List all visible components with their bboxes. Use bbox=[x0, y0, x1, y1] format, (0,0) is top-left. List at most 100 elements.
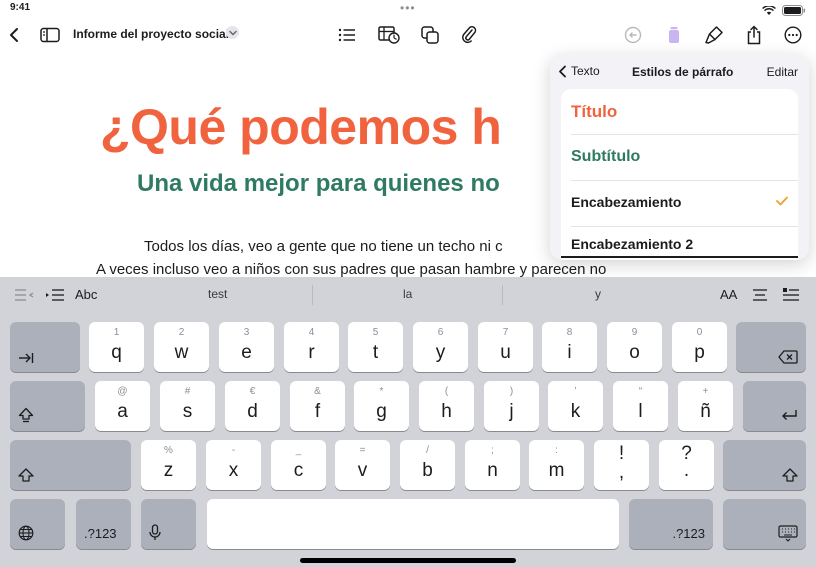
key-h[interactable]: (h bbox=[419, 381, 474, 431]
key-primary: l bbox=[638, 401, 643, 422]
key-secondary: ) bbox=[509, 386, 514, 397]
key-secondary: 0 bbox=[696, 327, 703, 338]
key-k[interactable]: ’ k bbox=[548, 381, 603, 431]
key-period[interactable]: ?. bbox=[659, 440, 714, 490]
key-secondary: 8 bbox=[566, 327, 573, 338]
key-u[interactable]: 7u bbox=[478, 322, 533, 372]
popover-back-button[interactable]: Texto bbox=[558, 64, 600, 78]
shift-icon bbox=[782, 468, 798, 482]
style-row-encabezamiento[interactable]: Encabezamiento bbox=[561, 181, 798, 226]
key-f[interactable]: & f bbox=[290, 381, 345, 431]
caps-lock-key[interactable] bbox=[10, 381, 85, 431]
body-text-line[interactable]: Todos los días, veo a gente que no tiene… bbox=[144, 238, 503, 255]
shift-right-key[interactable] bbox=[723, 440, 806, 490]
document-heading[interactable]: ¿Qué podemos h bbox=[100, 98, 502, 156]
style-label: Encabezamiento bbox=[571, 194, 682, 210]
paragraph-indent-left-icon[interactable] bbox=[14, 288, 34, 307]
undo-icon[interactable] bbox=[620, 22, 646, 48]
style-row-titulo[interactable]: Título bbox=[561, 89, 798, 134]
insert-list-icon[interactable] bbox=[782, 287, 800, 307]
back-chevron-icon[interactable] bbox=[1, 22, 27, 48]
suggestion-2[interactable]: la bbox=[403, 287, 412, 301]
key-w[interactable]: 2w bbox=[154, 322, 209, 372]
globe-key[interactable] bbox=[10, 499, 65, 549]
key-r[interactable]: 4r bbox=[284, 322, 339, 372]
key-primary: i bbox=[567, 342, 572, 363]
align-icon[interactable] bbox=[752, 288, 768, 307]
dictation-key[interactable] bbox=[141, 499, 196, 549]
key-enye[interactable]: + ñ bbox=[678, 381, 733, 431]
multitasking-dots[interactable]: ••• bbox=[400, 1, 416, 15]
key-b[interactable]: / b bbox=[400, 440, 455, 490]
document-subheading[interactable]: Una vida mejor para quienes no bbox=[137, 170, 500, 198]
space-key[interactable] bbox=[207, 499, 619, 549]
key-n[interactable]: ; n bbox=[465, 440, 520, 490]
sidebar-icon[interactable] bbox=[37, 22, 63, 48]
text-style-button[interactable]: Abc bbox=[75, 287, 97, 302]
key-c[interactable]: _ c bbox=[271, 440, 326, 490]
paperclip-icon[interactable] bbox=[456, 22, 482, 48]
shapes-icon[interactable] bbox=[417, 22, 443, 48]
key-g[interactable]: * g bbox=[354, 381, 409, 431]
more-icon[interactable] bbox=[780, 22, 806, 48]
style-label: Subtítulo bbox=[571, 148, 641, 165]
key-a[interactable]: @ a bbox=[95, 381, 150, 431]
key-secondary: / bbox=[426, 445, 429, 456]
key-y[interactable]: 6y bbox=[413, 322, 468, 372]
tab-key[interactable] bbox=[10, 322, 80, 372]
key-comma[interactable]: !, bbox=[594, 440, 649, 490]
checkmark-icon bbox=[776, 193, 788, 211]
key-x[interactable]: -x bbox=[206, 440, 261, 490]
style-label: Título bbox=[571, 102, 618, 121]
table-chart-icon[interactable] bbox=[376, 22, 402, 48]
share-icon[interactable] bbox=[741, 22, 767, 48]
font-size-button[interactable]: AA bbox=[720, 287, 737, 302]
key-e[interactable]: 3e bbox=[219, 322, 274, 372]
key-secondary: * bbox=[379, 386, 384, 397]
key-t[interactable]: 5t bbox=[348, 322, 403, 372]
document-title[interactable]: Informe del proyecto social bbox=[73, 27, 229, 41]
delete-key[interactable] bbox=[736, 322, 806, 372]
key-o[interactable]: 9o bbox=[607, 322, 662, 372]
home-indicator[interactable] bbox=[300, 558, 516, 563]
key-primary: w bbox=[174, 342, 189, 363]
suggestion-1[interactable]: test bbox=[208, 287, 227, 301]
key-m[interactable]: :m bbox=[529, 440, 584, 490]
key-primary: k bbox=[570, 401, 581, 422]
key-secondary: ( bbox=[444, 386, 449, 397]
key-secondary: # bbox=[184, 386, 191, 397]
key-secondary: € bbox=[249, 386, 256, 397]
key-d[interactable]: € d bbox=[225, 381, 280, 431]
hide-keyboard-key[interactable] bbox=[723, 499, 806, 549]
body-text-line[interactable]: A veces incluso veo a niños con sus padr… bbox=[96, 261, 606, 277]
popover-edit-button[interactable]: Editar bbox=[767, 65, 798, 79]
list-icon[interactable] bbox=[334, 22, 360, 48]
chevron-down-icon[interactable] bbox=[226, 26, 239, 39]
numbers-key-right[interactable]: .?123 bbox=[629, 499, 713, 549]
key-v[interactable]: = v bbox=[335, 440, 390, 490]
format-paintbrush-icon[interactable] bbox=[701, 22, 727, 48]
key-z[interactable]: % z bbox=[141, 440, 196, 490]
divider bbox=[502, 285, 503, 305]
key-primary: j bbox=[509, 401, 514, 422]
media-icon[interactable] bbox=[661, 22, 687, 48]
key-secondary: “ bbox=[638, 386, 643, 397]
numbers-key-left[interactable]: .?123 bbox=[76, 499, 131, 549]
return-key[interactable] bbox=[743, 381, 806, 431]
key-s[interactable]: # s bbox=[160, 381, 215, 431]
key-j[interactable]: ) j bbox=[484, 381, 539, 431]
suggestion-3[interactable]: y bbox=[595, 287, 601, 301]
scroll-edge-line bbox=[561, 256, 798, 258]
key-q[interactable]: 1q bbox=[89, 322, 144, 372]
status-time: 9:41 bbox=[10, 2, 31, 13]
key-secondary: 5 bbox=[372, 327, 379, 338]
keyboard: Abc test la y AA 1q 2w 3e 4r 5t 6y 7u 8i… bbox=[0, 277, 816, 567]
key-primary: n bbox=[487, 460, 498, 481]
key-secondary: = bbox=[359, 445, 366, 456]
key-p[interactable]: 0p bbox=[672, 322, 727, 372]
key-l[interactable]: “l bbox=[613, 381, 668, 431]
shift-left-key[interactable] bbox=[10, 440, 131, 490]
style-row-subtitulo[interactable]: Subtítulo bbox=[561, 135, 798, 180]
key-i[interactable]: 8i bbox=[542, 322, 597, 372]
paragraph-indent-right-icon[interactable] bbox=[45, 288, 65, 307]
